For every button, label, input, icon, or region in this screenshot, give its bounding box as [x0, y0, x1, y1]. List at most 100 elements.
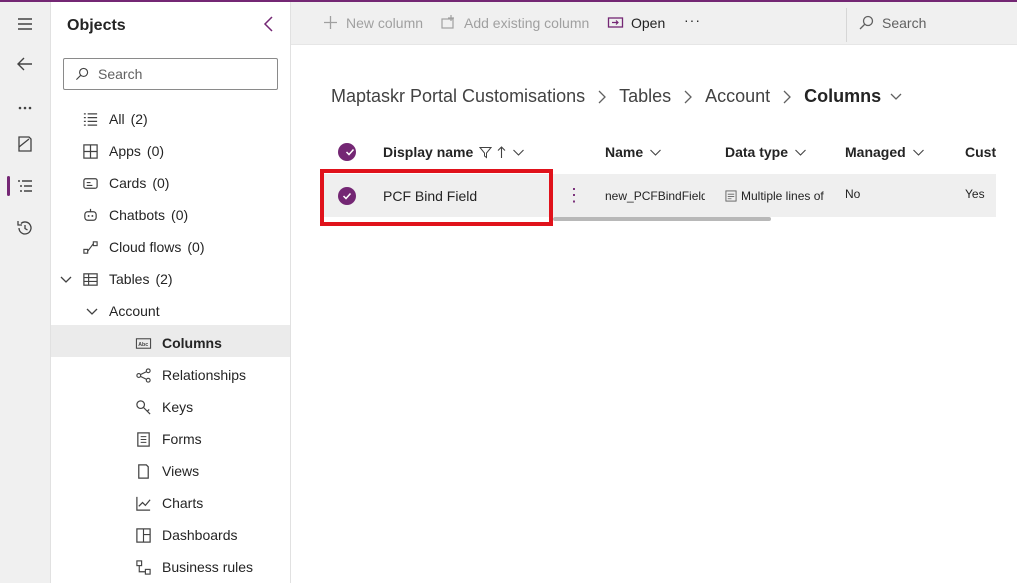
column-header-label: Managed — [845, 144, 906, 160]
tree-item-cloud-flows[interactable]: Cloud flows (0) — [81, 232, 205, 262]
business-rule-icon — [134, 558, 152, 576]
solutions-button[interactable] — [5, 126, 45, 162]
horizontal-scrollbar[interactable] — [553, 217, 771, 221]
svg-text:Abc: Abc — [138, 341, 148, 347]
tree-item-chatbots[interactable]: Chatbots (0) — [81, 200, 188, 230]
column-header-data-type[interactable]: Data type — [725, 138, 807, 166]
tree-item-keys[interactable]: Keys — [134, 392, 193, 422]
select-all-checkbox[interactable] — [338, 138, 356, 166]
annotation-highlight-box — [320, 169, 553, 226]
breadcrumb-solution[interactable]: Maptaskr Portal Customisations — [331, 86, 585, 107]
tree-item-label: Apps — [109, 143, 141, 159]
new-column-label: New column — [346, 14, 424, 31]
chevron-right-icon — [782, 90, 792, 104]
column-header-managed[interactable]: Managed — [845, 138, 925, 166]
cell-data-type-label: Multiple lines of — [741, 188, 824, 203]
multiline-text-icon — [725, 189, 737, 202]
command-search-placeholder: Search — [882, 14, 927, 31]
tree-item-label: All — [109, 111, 125, 127]
dashboard-icon — [134, 526, 152, 544]
column-header-customizable[interactable]: Custo — [965, 138, 996, 166]
checkmark-icon — [338, 143, 356, 161]
tree-item-columns[interactable]: Abc Columns — [134, 328, 222, 358]
chevron-down-icon[interactable] — [85, 305, 99, 319]
tree-item-count: (0) — [171, 207, 189, 223]
search-placeholder: Search — [98, 66, 143, 82]
tree-item-cards[interactable]: Cards (0) — [81, 168, 169, 198]
tree-item-charts[interactable]: Charts — [134, 488, 203, 518]
tree-item-relationships[interactable]: Relationships — [134, 360, 246, 390]
chevron-down-icon — [912, 149, 924, 156]
book-icon — [18, 136, 32, 152]
command-search-box[interactable]: Search — [858, 14, 926, 31]
chart-icon — [134, 494, 152, 512]
tree-item-account[interactable]: Account — [109, 296, 160, 326]
more-commands-button[interactable]: ··· — [684, 12, 701, 28]
breadcrumb-current: Columns — [804, 86, 882, 106]
chevron-left-icon — [263, 16, 273, 32]
hamburger-menu-button[interactable] — [5, 6, 45, 42]
open-button[interactable]: Open — [607, 14, 665, 31]
tree-item-label: Cloud flows — [109, 239, 182, 255]
add-existing-icon — [441, 15, 454, 29]
chevron-down-icon — [513, 149, 525, 156]
cell-name: new_PCFBindField — [605, 188, 705, 203]
chevron-right-icon — [597, 90, 607, 104]
column-header-name[interactable]: Name — [605, 138, 662, 166]
breadcrumb: Maptaskr Portal Customisations Tables Ac… — [331, 86, 903, 107]
add-existing-column-button[interactable]: Add existing column — [440, 14, 589, 31]
chevron-down-icon — [650, 149, 662, 156]
apps-icon — [81, 142, 99, 160]
more-commands-label: ··· — [684, 12, 701, 28]
chevron-down-icon[interactable] — [889, 90, 903, 104]
table-icon — [81, 270, 99, 288]
tree-item-label: Dashboards — [162, 527, 238, 543]
form-icon — [134, 430, 152, 448]
tree-item-count: (0) — [187, 239, 205, 255]
chevron-down-icon — [795, 149, 806, 156]
more-icon — [18, 106, 32, 110]
more-button[interactable] — [5, 88, 45, 124]
tree-item-forms[interactable]: Forms — [134, 424, 202, 454]
column-header-display-name[interactable]: Display name — [383, 138, 525, 166]
tree-item-label: Forms — [162, 431, 202, 447]
column-header-label: Data type — [725, 144, 789, 160]
history-button[interactable] — [5, 210, 45, 246]
back-button[interactable] — [5, 46, 45, 82]
search-icon — [76, 67, 89, 80]
column-header-label: Name — [605, 144, 644, 160]
breadcrumb-tables[interactable]: Tables — [619, 86, 671, 107]
breadcrumb-account[interactable]: Account — [705, 86, 770, 107]
cell-customizable: Yes — [965, 186, 985, 201]
tree-list-icon — [18, 180, 32, 192]
tree-item-label: Relationships — [162, 367, 247, 383]
objects-search-input[interactable]: Search — [63, 58, 278, 90]
tree-item-count: (0) — [146, 143, 165, 159]
column-header-label: Display name — [383, 144, 474, 160]
list-icon — [81, 110, 99, 128]
tree-item-label: Columns — [162, 335, 222, 351]
command-bar: New column Add existing column Open ··· … — [291, 2, 1017, 45]
row-more-options-button[interactable]: ⋮ — [565, 174, 583, 217]
chevron-down-icon[interactable] — [59, 273, 73, 287]
left-rail — [0, 2, 51, 583]
tree-item-business-rules[interactable]: Business rules — [134, 552, 253, 582]
objects-button[interactable] — [5, 168, 45, 204]
tree-item-count: (2) — [130, 111, 148, 127]
tree-item-label: Keys — [162, 399, 194, 415]
collapse-panel-button[interactable] — [259, 14, 279, 34]
plus-icon — [324, 16, 337, 29]
hamburger-icon — [18, 18, 32, 30]
tree-item-views[interactable]: Views — [134, 456, 199, 486]
tree-item-dashboards[interactable]: Dashboards — [134, 520, 238, 550]
tree-item-apps[interactable]: Apps (0) — [81, 136, 164, 166]
flow-icon — [81, 238, 99, 256]
tree-item-all[interactable]: All (2) — [81, 104, 148, 134]
search-icon — [859, 15, 874, 30]
open-icon — [607, 17, 624, 28]
tree-item-label: Business rules — [162, 559, 254, 575]
objects-panel: Objects Search All (2) Apps (0) Cards (0… — [51, 2, 291, 583]
new-column-button[interactable]: New column — [322, 14, 423, 31]
tree-item-tables[interactable]: Tables (2) — [81, 264, 173, 294]
tree-item-label: Cards — [109, 175, 147, 191]
